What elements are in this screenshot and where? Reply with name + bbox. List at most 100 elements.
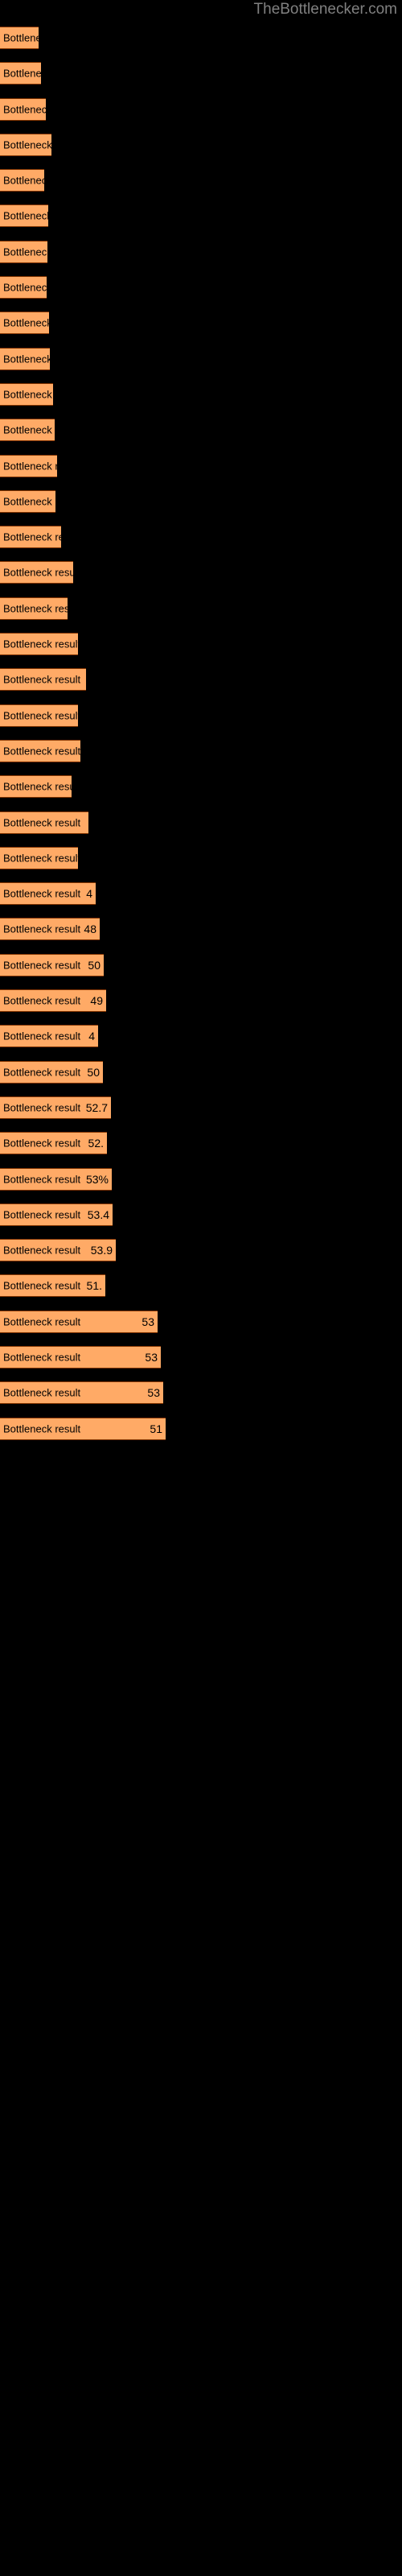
bar[interactable]: Bottleneck result [0,846,78,869]
chart-row: Bottleneck result [0,520,402,555]
bar-label: Bottleneck result [3,1030,81,1042]
bar[interactable]: Bottleneck result 53 [0,1310,158,1333]
bar-label: Bottleneck result [3,1315,81,1328]
chart-row: Bottleneck result [0,592,402,627]
chart-row: Bottleneck result 53 [0,1340,402,1376]
bar[interactable]: Bottleneck result [0,633,78,656]
bar[interactable]: Bottleneck result [0,775,72,799]
chart-row: Bottleneck result [0,93,402,128]
bar[interactable]: Bottleneck result 52.7 [0,1096,111,1119]
chart-row: Bottleneck result 53 [0,1376,402,1411]
bar[interactable]: Bottleneck result [0,489,55,513]
bar-value: 51. [86,1279,102,1293]
bar[interactable]: Bottleneck result [0,169,44,192]
chart-row: Bottleneck result 53.4 [0,1198,402,1233]
bar-value: 48 [84,923,96,936]
bar-label: Bottleneck result [3,602,68,615]
bar[interactable]: Bottleneck result 53 [0,1345,161,1368]
bar[interactable]: Bottleneck result [0,276,47,299]
bar[interactable]: Bottleneck result [0,240,47,263]
bar[interactable]: Bottleneck result 50 [0,953,104,976]
bar-label: Bottleneck result [3,959,81,972]
bar[interactable]: Bottleneck result 4 [0,882,96,906]
bar[interactable]: Bottleneck result [0,704,78,727]
chart-row: Bottleneck result 52. [0,1126,402,1162]
bar[interactable]: Bottleneck result [0,97,46,121]
site-title: TheBottlenecker.com [253,1,397,18]
chart-row: Bottleneck result [0,663,402,698]
chart-row: Bottleneck result [0,306,402,341]
bar[interactable]: Bottleneck result [0,347,50,370]
bar[interactable]: Bottleneck result [0,454,57,477]
chart-row: Bottleneck result [0,163,402,199]
bar-label: Bottleneck result [3,1137,81,1150]
chart-row: Bottleneck result 4 [0,877,402,912]
bar[interactable]: Bottleneck result [0,561,73,584]
bar[interactable]: Bottleneck result 53% [0,1167,112,1191]
chart-row: Bottleneck result [0,199,402,234]
bar-label: Bottleneck result [3,638,78,650]
bar[interactable]: Bottleneck result 48 [0,918,100,941]
bar-label: Bottleneck result [3,1279,81,1292]
chart-row: Bottleneck result 50 [0,948,402,984]
bar-label: Bottleneck result [3,31,39,44]
bar[interactable]: Bottleneck result [0,382,53,406]
bar[interactable]: Bottleneck result 53.9 [0,1239,116,1262]
bar[interactable]: Bottleneck result 4 [0,1025,98,1048]
bar[interactable]: Bottleneck result 50 [0,1060,103,1084]
bar-label: Bottleneck result [3,209,48,222]
chart-row: Bottleneck result [0,56,402,92]
bar[interactable]: Bottleneck result 53.4 [0,1203,113,1226]
chart-row: Bottleneck result 53.9 [0,1233,402,1269]
bar-label: Bottleneck result [3,566,73,579]
bar-value: 52. [88,1137,104,1150]
bar-value: 53% [85,1172,109,1186]
bar[interactable]: Bottleneck result [0,27,39,49]
bar-label: Bottleneck result [3,388,53,401]
bar-label: Bottleneck result [3,887,81,900]
bar[interactable]: Bottleneck result 49 [0,989,106,1013]
bar-value: 52.7 [85,1100,108,1114]
chart-row: Bottleneck result [0,485,402,520]
bar-label: Bottleneck result [3,138,51,151]
bar-value: 53.4 [87,1208,109,1221]
chart-row: Bottleneck result 52.7 [0,1091,402,1126]
bar-label: Bottleneck result [3,780,72,793]
bar-label: Bottleneck result [3,174,44,187]
chart-row: Bottleneck result [0,21,402,56]
bar-label: Bottleneck result [3,709,78,722]
bar[interactable]: Bottleneck result [0,204,48,228]
bar-value: 53 [145,1350,158,1364]
chart-row: Bottleneck result 51 [0,1412,402,1447]
bar[interactable]: Bottleneck result [0,811,88,834]
bar-label: Bottleneck result [3,460,57,473]
bar-label: Bottleneck result [3,67,41,80]
bar[interactable]: Bottleneck result [0,597,68,620]
chart-row: Bottleneck result [0,699,402,734]
bar[interactable]: Bottleneck result 51 [0,1417,166,1440]
bar-label: Bottleneck result [3,673,81,686]
bar[interactable]: Bottleneck result [0,739,80,762]
bar-value: 53 [147,1386,160,1400]
chart-row: Bottleneck result [0,841,402,877]
bar[interactable]: Bottleneck result [0,526,61,549]
bar[interactable]: Bottleneck result [0,668,86,691]
bar[interactable]: Bottleneck result [0,133,51,156]
bar[interactable]: Bottleneck result 51. [0,1274,105,1298]
bar[interactable]: Bottleneck result [0,419,55,442]
chart-row: Bottleneck result [0,413,402,448]
bar-label: Bottleneck result [3,816,81,829]
bar[interactable]: Bottleneck result 53 [0,1381,163,1405]
bar[interactable]: Bottleneck result [0,62,41,85]
bar-label: Bottleneck result [3,994,81,1007]
bar-value: 49 [90,994,103,1008]
bar[interactable]: Bottleneck result 52. [0,1132,107,1155]
chart-row: Bottleneck result 53 [0,1305,402,1340]
bar-label: Bottleneck result [3,1386,81,1399]
chart-row: Bottleneck result [0,734,402,770]
bar[interactable]: Bottleneck result [0,312,49,335]
bar-label: Bottleneck result [3,246,47,258]
bar-value: 53.9 [90,1244,113,1257]
chart-row: Bottleneck result [0,806,402,841]
chart-row: Bottleneck result [0,770,402,805]
